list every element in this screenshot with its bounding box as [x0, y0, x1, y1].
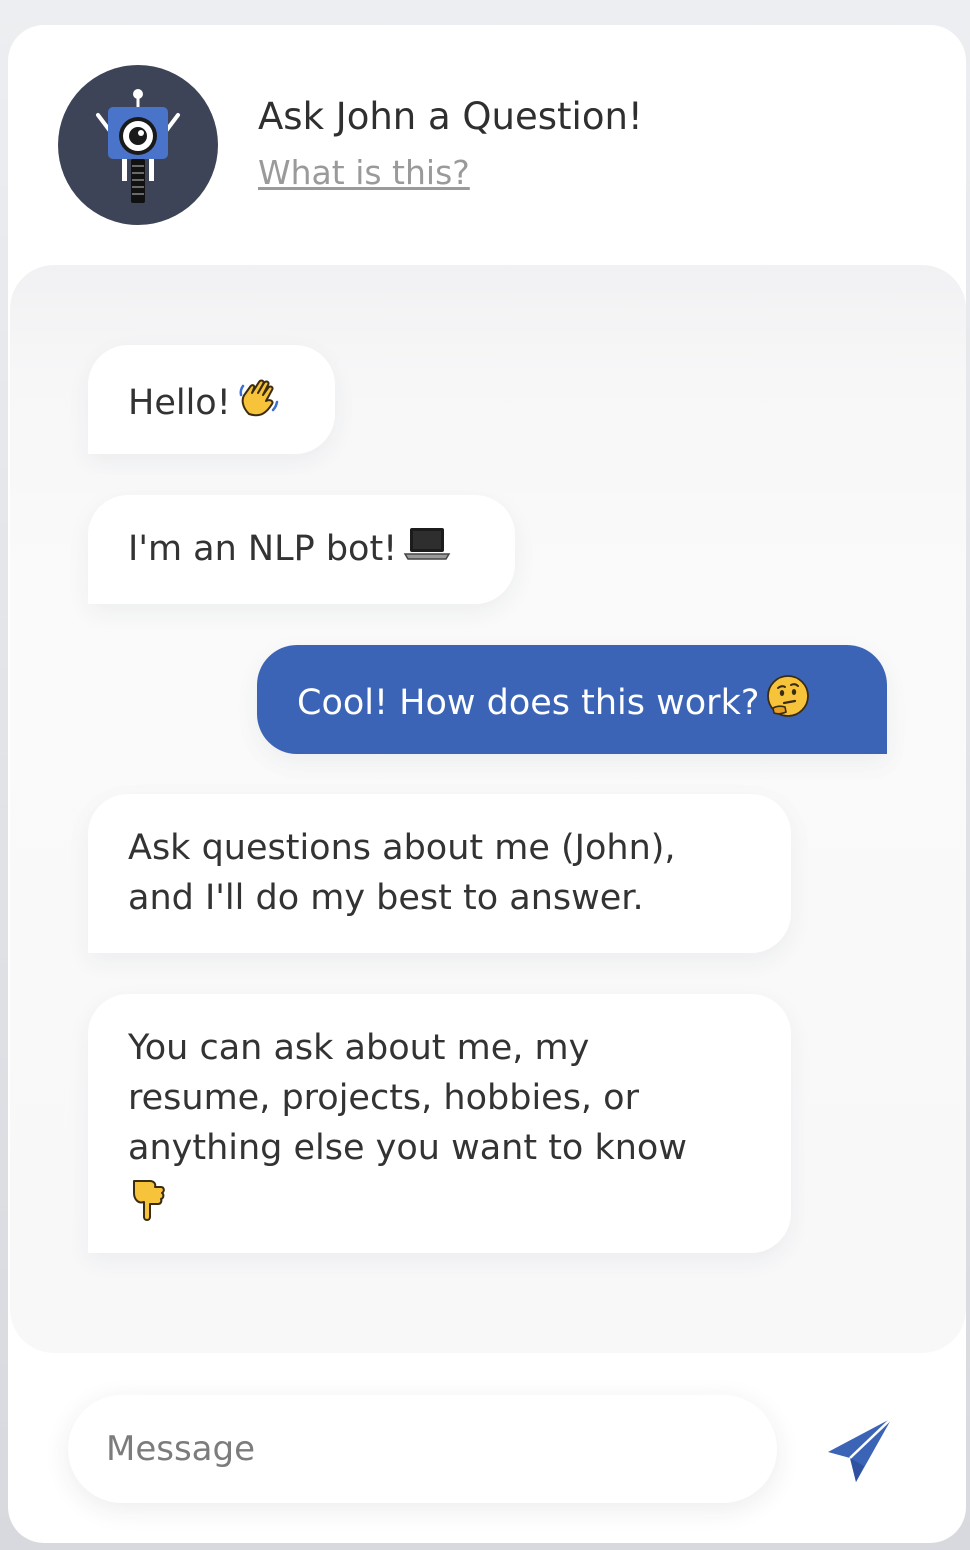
robot-icon	[96, 89, 180, 203]
message-text: I'm an NLP bot!	[128, 529, 398, 569]
message-line: resume, projects, hobbies, or	[128, 1078, 639, 1118]
thinking-face-icon	[765, 674, 811, 734]
bot-message: Hello!	[88, 345, 335, 454]
bot-message: I'm an NLP bot!	[88, 495, 515, 604]
bot-message: You can ask about me, my resume, project…	[88, 994, 791, 1253]
what-is-this-link[interactable]: What is this?	[258, 153, 470, 192]
laptop-icon	[403, 524, 451, 576]
bot-avatar	[58, 65, 218, 225]
send-icon	[828, 1417, 893, 1482]
pointing-down-icon	[128, 1173, 751, 1223]
message-text: Cool! How does this work?	[297, 683, 760, 723]
message-line: You can ask about me, my	[128, 1028, 590, 1068]
chat-title: Ask John a Question!	[258, 95, 643, 138]
message-input[interactable]	[106, 1395, 746, 1503]
message-list[interactable]: Hello! I'm an NLP bot! Cool! How does th…	[10, 265, 966, 1353]
message-line: Ask questions about me (John),	[128, 828, 676, 868]
message-line: anything else you want to know	[128, 1128, 687, 1168]
message-input-container	[68, 1395, 777, 1503]
waving-hand-icon	[237, 374, 281, 434]
message-line: and I'll do my best to answer.	[128, 878, 644, 918]
user-message: Cool! How does this work?	[257, 645, 887, 754]
bot-message: Ask questions about me (John), and I'll …	[88, 794, 791, 953]
chat-header: Ask John a Question! What is this?	[8, 25, 966, 265]
message-text: Hello!	[128, 383, 231, 423]
send-button[interactable]	[820, 1410, 900, 1490]
chat-widget: Ask John a Question! What is this? Hello…	[8, 25, 966, 1543]
